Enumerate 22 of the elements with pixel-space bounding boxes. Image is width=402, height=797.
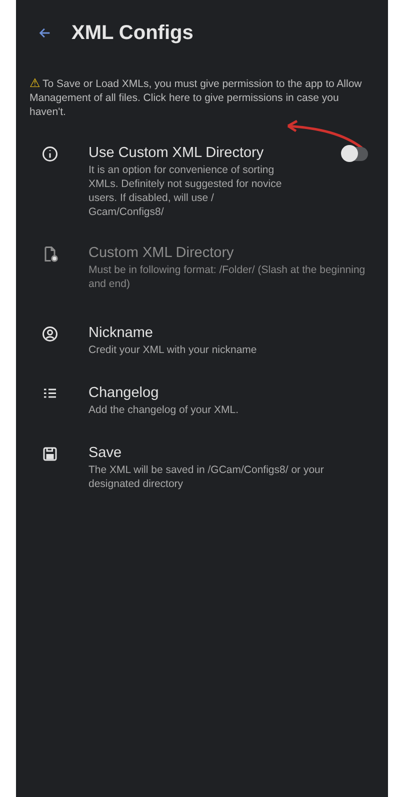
info-icon (40, 145, 58, 163)
account-icon (40, 325, 58, 343)
settings-item[interactable]: Use Custom XML Directory It is an option for convenience of sorting XMLs. Definitely not suggested for novice users. If disabled, will use / Gcam/Configs8/ (16, 145, 388, 219)
settings-item[interactable]: Changelog Add the changelog of your XML. (16, 385, 388, 417)
back-button[interactable] (38, 26, 52, 40)
setting-summary: Must be in following format: /Folder/ (Slash at the beginning and end) (88, 263, 366, 291)
setting-summary: It is an option for convenience of sorting XMLs. Definitely not suggested for novice users. If disabled, will use / Gcam/Configs8/ (88, 163, 283, 219)
setting-title: Changelog (88, 385, 160, 401)
setting-summary: The XML will be saved in /GCam/Configs8/ or your designated directory (88, 463, 325, 491)
screen-title: XML Configs (72, 22, 194, 44)
settings-item[interactable]: Nickname Credit your XML with your nickname (16, 325, 388, 357)
save-icon (40, 445, 58, 463)
back-arrow-icon (38, 26, 52, 40)
permission-notice[interactable]: ⚠ To Save or Load XMLs, you must give permission to the app to Allow Management of all files. Click here to give permissions in case you haven't. (30, 76, 374, 119)
setting-title: Use Custom XML Directory (88, 145, 265, 161)
setting-summary: Add the changelog of your XML. (88, 403, 240, 417)
toggle-switch[interactable] (344, 147, 368, 161)
setting-title: Nickname (88, 325, 154, 341)
setting-summary: Credit your XML with your nickname (88, 343, 258, 357)
settings-item[interactable]: Save The XML will be saved in /GCam/Configs8/ or your designated directory (16, 445, 388, 491)
setting-title: Save (88, 445, 123, 461)
setting-title: Custom XML Directory (88, 245, 235, 261)
